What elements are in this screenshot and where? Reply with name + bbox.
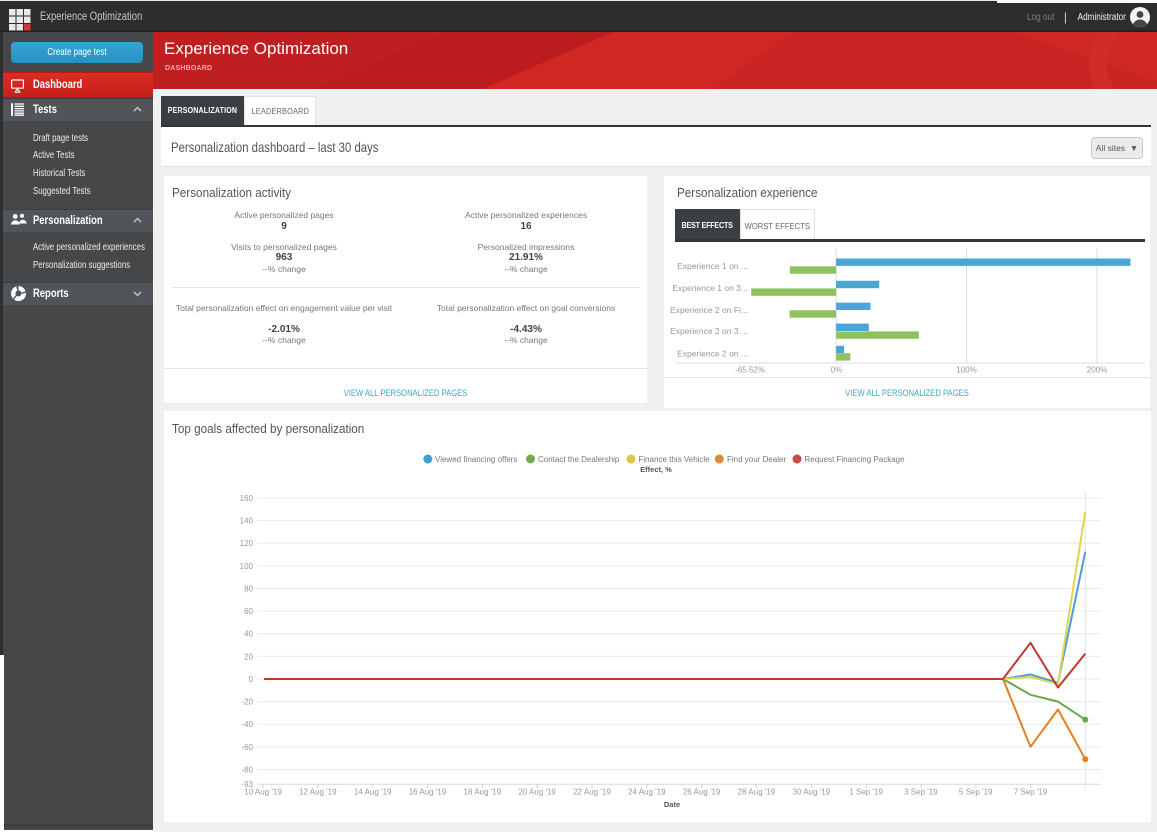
svg-text:200%: 200% <box>1087 366 1107 375</box>
svg-text:3 Sep '19: 3 Sep '19 <box>904 788 938 797</box>
svg-text:20: 20 <box>244 652 253 661</box>
svg-text:12 Aug '19: 12 Aug '19 <box>299 788 337 797</box>
svg-text:-65.52%: -65.52% <box>735 366 765 375</box>
svg-text:Experience 2 on 3 ...: Experience 2 on 3 ... <box>670 326 748 336</box>
svg-text:100: 100 <box>240 562 254 571</box>
svg-text:-40: -40 <box>241 720 253 729</box>
svg-text:160: 160 <box>240 494 254 503</box>
svg-text:Effect, %: Effect, % <box>640 465 672 474</box>
svg-text:Experience 1 on ...: Experience 1 on ... <box>677 261 748 271</box>
svg-text:120: 120 <box>240 539 254 548</box>
svg-text:22 Aug '19: 22 Aug '19 <box>573 788 611 797</box>
svg-text:30 Aug '19: 30 Aug '19 <box>793 788 831 797</box>
svg-text:Request Financing Package: Request Financing Package <box>805 455 906 464</box>
svg-text:Finance this Vehicle: Finance this Vehicle <box>639 455 711 464</box>
svg-text:24 Aug '19: 24 Aug '19 <box>628 788 666 797</box>
svg-text:10 Aug '19: 10 Aug '19 <box>244 788 282 797</box>
svg-text:1 Sep '19: 1 Sep '19 <box>849 788 883 797</box>
svg-text:Experience 2 on ...: Experience 2 on ... <box>677 348 748 358</box>
svg-text:Date: Date <box>664 800 680 809</box>
svg-text:-60: -60 <box>241 743 253 752</box>
svg-text:18 Aug '19: 18 Aug '19 <box>464 788 502 797</box>
svg-text:-80: -80 <box>241 766 253 775</box>
svg-text:16 Aug '19: 16 Aug '19 <box>409 788 447 797</box>
svg-text:40: 40 <box>244 630 253 639</box>
svg-text:26 Aug '19: 26 Aug '19 <box>683 788 721 797</box>
svg-text:140: 140 <box>240 517 254 526</box>
svg-text:Find your Dealer: Find your Dealer <box>727 455 786 464</box>
svg-text:28 Aug '19: 28 Aug '19 <box>738 788 776 797</box>
svg-text:7 Sep '19: 7 Sep '19 <box>1014 788 1048 797</box>
svg-text:Experience 1 on 3...: Experience 1 on 3... <box>672 283 748 293</box>
svg-text:5 Sep '19: 5 Sep '19 <box>959 788 993 797</box>
svg-text:60: 60 <box>244 607 253 616</box>
svg-text:20 Aug '19: 20 Aug '19 <box>518 788 556 797</box>
svg-text:100%: 100% <box>956 366 976 375</box>
svg-text:0%: 0% <box>831 366 843 375</box>
svg-text:14 Aug '19: 14 Aug '19 <box>354 788 392 797</box>
svg-text:80: 80 <box>244 585 253 594</box>
svg-text:Viewed financing offers: Viewed financing offers <box>435 455 517 464</box>
svg-text:0: 0 <box>249 675 254 684</box>
svg-text:Experience 2 on Fi...: Experience 2 on Fi... <box>670 305 748 315</box>
svg-text:-20: -20 <box>241 698 253 707</box>
svg-text:Contact the Dealership: Contact the Dealership <box>538 455 620 464</box>
